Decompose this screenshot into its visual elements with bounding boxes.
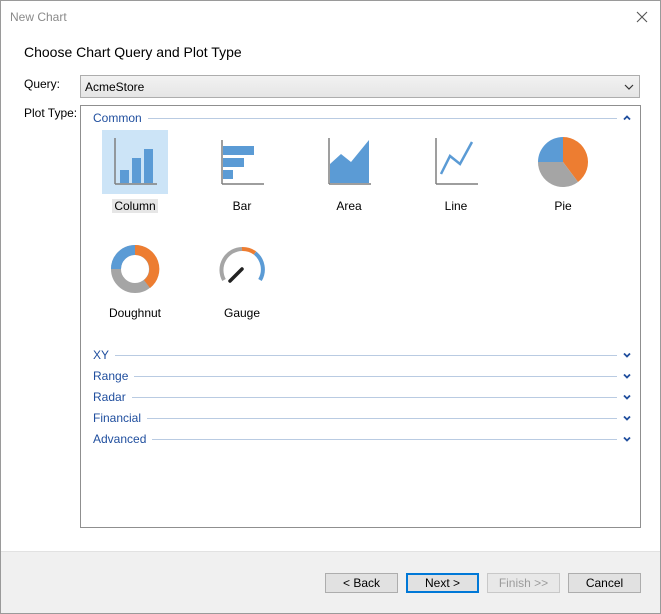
plot-type-pie-label: Pie	[554, 199, 572, 213]
cancel-button[interactable]: Cancel	[568, 573, 641, 593]
doughnut-chart-icon	[111, 244, 160, 293]
group-advanced-header[interactable]: Advanced	[93, 431, 633, 447]
query-value: AcmeStore	[85, 80, 145, 94]
plot-type-line[interactable]: Line	[411, 130, 501, 225]
close-button[interactable]	[627, 5, 657, 29]
plot-type-gauge[interactable]: Gauge	[197, 237, 287, 332]
area-chart-icon	[328, 138, 371, 185]
bar-chart-icon	[221, 140, 264, 185]
next-button[interactable]: Next >	[406, 573, 479, 593]
finish-button[interactable]: Finish >>	[487, 573, 560, 593]
plot-type-pie[interactable]: Pie	[518, 130, 608, 225]
group-xy-label: XY	[93, 348, 110, 362]
plot-type-doughnut-label: Doughnut	[108, 306, 162, 320]
line-chart-icon	[435, 138, 478, 185]
group-range-label: Range	[93, 369, 129, 383]
gauge-chart-icon	[219, 247, 265, 283]
group-common-label: Common	[93, 111, 142, 125]
plot-type-bar[interactable]: Bar	[197, 130, 287, 225]
group-common-header[interactable]: Common	[93, 110, 633, 126]
close-icon	[636, 11, 648, 23]
group-radar-header[interactable]: Radar	[93, 389, 633, 405]
group-advanced-label: Advanced	[93, 432, 147, 446]
chevron-down-icon	[621, 433, 633, 445]
new-chart-dialog: New Chart Choose Chart Query and Plot Ty…	[0, 0, 661, 614]
group-range-header[interactable]: Range	[93, 368, 633, 384]
pie-chart-icon	[538, 137, 588, 187]
group-xy-header[interactable]: XY	[93, 347, 633, 363]
chevron-down-icon	[624, 84, 634, 90]
plot-type-bar-label: Bar	[232, 199, 252, 213]
title-bar: New Chart	[1, 1, 660, 33]
plot-type-line-label: Line	[444, 199, 468, 213]
plot-type-column-label: Column	[112, 199, 158, 213]
chevron-up-icon	[621, 112, 633, 124]
plot-type-area-label: Area	[336, 199, 362, 213]
group-financial-header[interactable]: Financial	[93, 410, 633, 426]
plot-type-label: Plot Type:	[24, 106, 78, 120]
query-dropdown[interactable]: AcmeStore	[80, 75, 640, 98]
window-title: New Chart	[10, 10, 67, 24]
group-financial-label: Financial	[93, 411, 142, 425]
plot-type-area[interactable]: Area	[304, 130, 394, 225]
chevron-down-icon	[621, 370, 633, 382]
chevron-down-icon	[621, 391, 633, 403]
query-label: Query:	[24, 77, 61, 91]
plot-type-column[interactable]: Column	[90, 130, 180, 225]
plot-type-panel: Common Column Bar Area Line Pie Doughnut…	[80, 105, 641, 528]
back-button[interactable]: < Back	[325, 573, 398, 593]
column-chart-icon	[114, 138, 157, 185]
plot-type-gauge-label: Gauge	[223, 306, 261, 320]
page-heading: Choose Chart Query and Plot Type	[24, 44, 242, 60]
chevron-down-icon	[621, 412, 633, 424]
group-radar-label: Radar	[93, 390, 126, 404]
chevron-down-icon	[621, 349, 633, 361]
plot-type-doughnut[interactable]: Doughnut	[90, 237, 180, 332]
